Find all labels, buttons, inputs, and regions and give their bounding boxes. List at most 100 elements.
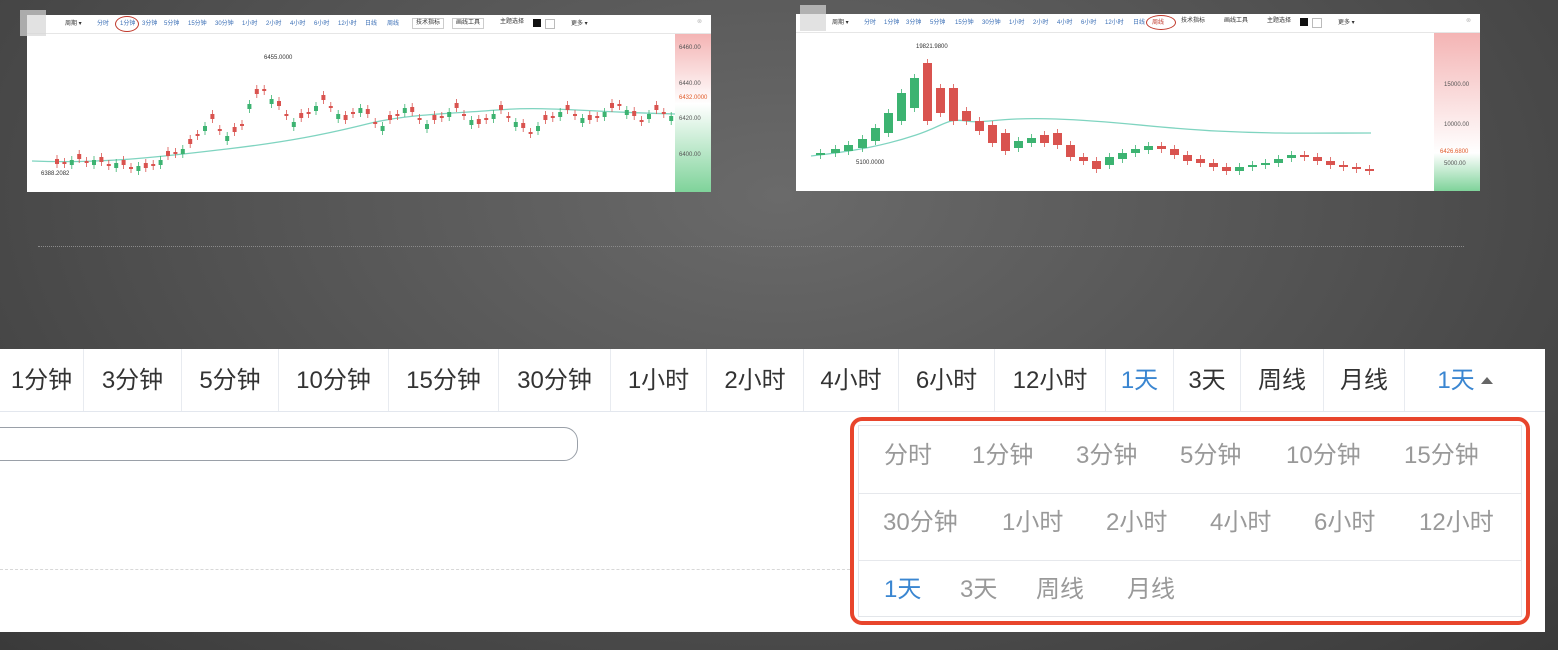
tab-3min[interactable]: 3分钟	[906, 17, 921, 26]
more-menu[interactable]: 更多 ▾	[1338, 17, 1355, 26]
tab-4h[interactable]: 4小时	[1057, 17, 1072, 26]
option-6h[interactable]: 6小时	[1314, 493, 1375, 553]
option-3min[interactable]: 3分钟	[1076, 426, 1137, 486]
theme-dark-swatch[interactable]	[1300, 18, 1308, 26]
tab-fenshi[interactable]: 分时	[864, 17, 876, 26]
tab-15min[interactable]: 15分钟	[188, 18, 207, 27]
tab-30min[interactable]: 30分钟	[215, 18, 234, 27]
tab-day[interactable]: 日线	[1133, 17, 1145, 26]
option-1min[interactable]: 1分钟	[972, 426, 1033, 486]
tab-30min[interactable]: 30分钟	[499, 349, 611, 411]
chart-screenshot-left: 周期 ▾ 分时 1分钟 3分钟 5分钟 15分钟 30分钟 1小时 2小时 4小…	[27, 15, 711, 192]
option-1h[interactable]: 1小时	[1002, 493, 1063, 553]
candle-body	[1248, 165, 1257, 167]
tab-1h[interactable]: 1小时	[242, 18, 257, 27]
close-icon[interactable]: ⊗	[1466, 17, 1471, 24]
theme-label[interactable]: 主题选择	[497, 18, 527, 27]
tab-6h[interactable]: 6小时	[314, 18, 329, 27]
indicators-button[interactable]: 技术指标	[412, 18, 445, 29]
theme-dark-swatch[interactable]	[533, 19, 541, 27]
option-month[interactable]: 月线	[1127, 560, 1175, 620]
tab-fenshi[interactable]: 分时	[97, 18, 109, 27]
candle-body	[1079, 157, 1088, 161]
candle-body	[624, 110, 629, 115]
tab-30min[interactable]: 30分钟	[982, 17, 1001, 26]
candle-body	[417, 118, 422, 120]
tab-1h[interactable]: 1小时	[1009, 17, 1024, 26]
tab-1min[interactable]: 1分钟	[884, 17, 899, 26]
low-price-label: 6388.2082	[41, 171, 70, 177]
option-3day[interactable]: 3天	[960, 560, 997, 620]
theme-light-swatch[interactable]	[1312, 18, 1322, 28]
indicators-button[interactable]: 技术指标	[1178, 17, 1208, 26]
option-30min[interactable]: 30分钟	[883, 493, 958, 553]
tab-1h[interactable]: 1小时	[611, 349, 707, 411]
option-fenshi[interactable]: 分时	[884, 426, 932, 486]
candle-body	[143, 163, 148, 168]
tab-2h[interactable]: 2小时	[707, 349, 804, 411]
candle-body	[1014, 141, 1023, 148]
tab-5min[interactable]: 5分钟	[182, 349, 279, 411]
candle-body	[151, 164, 156, 166]
tab-6h[interactable]: 6小时	[1081, 17, 1096, 26]
more-menu[interactable]: 更多 ▾	[571, 18, 588, 27]
period-menu[interactable]: 周期 ▾	[832, 17, 849, 26]
option-15min[interactable]: 15分钟	[1404, 426, 1479, 486]
candle-body	[661, 112, 666, 114]
tab-5min[interactable]: 5分钟	[164, 18, 179, 27]
candle-body	[410, 107, 415, 112]
tab-2h[interactable]: 2小时	[1033, 17, 1048, 26]
tab-12h[interactable]: 12小时	[1105, 17, 1124, 26]
tab-4h[interactable]: 4小时	[804, 349, 899, 411]
tab-5min[interactable]: 5分钟	[930, 17, 945, 26]
option-12h[interactable]: 12小时	[1419, 493, 1494, 553]
option-2h[interactable]: 2小时	[1106, 493, 1167, 553]
draw-tools-button[interactable]: 画线工具	[1221, 17, 1251, 26]
tab-15min[interactable]: 15分钟	[955, 17, 974, 26]
candle-body	[1118, 153, 1127, 159]
close-icon[interactable]: ⊗	[697, 18, 702, 25]
theme-label[interactable]: 主题选择	[1264, 17, 1294, 26]
draw-tools-button[interactable]: 画线工具	[452, 18, 485, 29]
period-dropdown-toggle[interactable]: 1天	[1405, 349, 1525, 411]
option-1day[interactable]: 1天	[884, 560, 921, 620]
tab-day[interactable]: 日线	[365, 18, 377, 27]
tab-3min[interactable]: 3分钟	[142, 18, 157, 27]
candle-body	[573, 114, 577, 116]
tab-3min[interactable]: 3分钟	[84, 349, 182, 411]
candle-body	[550, 116, 555, 118]
tab-12h[interactable]: 12小时	[995, 349, 1106, 411]
tab-10min[interactable]: 10分钟	[279, 349, 389, 411]
candle-body	[432, 115, 437, 120]
candle-body	[536, 126, 540, 131]
candle-body	[476, 119, 481, 124]
search-input[interactable]	[0, 427, 578, 461]
candle-body	[844, 145, 853, 151]
tab-week[interactable]: 周线	[387, 18, 399, 27]
candle-body	[232, 127, 237, 132]
candle-body	[1287, 155, 1296, 158]
tab-12h[interactable]: 12小时	[338, 18, 357, 27]
candle-body	[1196, 159, 1205, 163]
option-10min[interactable]: 10分钟	[1286, 426, 1361, 486]
candle-body	[299, 113, 304, 118]
theme-light-swatch[interactable]	[545, 19, 555, 29]
dropdown-row: 分时 1分钟 3分钟 5分钟 10分钟 15分钟	[859, 426, 1521, 494]
option-4h[interactable]: 4小时	[1210, 493, 1271, 553]
period-menu[interactable]: 周期 ▾	[65, 18, 82, 27]
tab-4h[interactable]: 4小时	[290, 18, 305, 27]
candle-body	[106, 164, 111, 166]
candle-body	[247, 104, 252, 109]
tab-month[interactable]: 月线	[1324, 349, 1405, 411]
tab-1day[interactable]: 1天	[1106, 349, 1174, 411]
tab-2h[interactable]: 2小时	[266, 18, 281, 27]
tab-3day[interactable]: 3天	[1174, 349, 1241, 411]
option-5min[interactable]: 5分钟	[1180, 426, 1241, 486]
chart-screenshot-right: 周期 ▾ 分时 1分钟 3分钟 5分钟 15分钟 30分钟 1小时 2小时 4小…	[796, 14, 1480, 191]
tab-6h[interactable]: 6小时	[899, 349, 995, 411]
axis-label: 6400.00	[679, 152, 701, 158]
tab-week[interactable]: 周线	[1241, 349, 1324, 411]
option-week[interactable]: 周线	[1036, 560, 1084, 620]
tab-15min[interactable]: 15分钟	[389, 349, 499, 411]
tab-1min[interactable]: 1分钟	[0, 349, 84, 411]
